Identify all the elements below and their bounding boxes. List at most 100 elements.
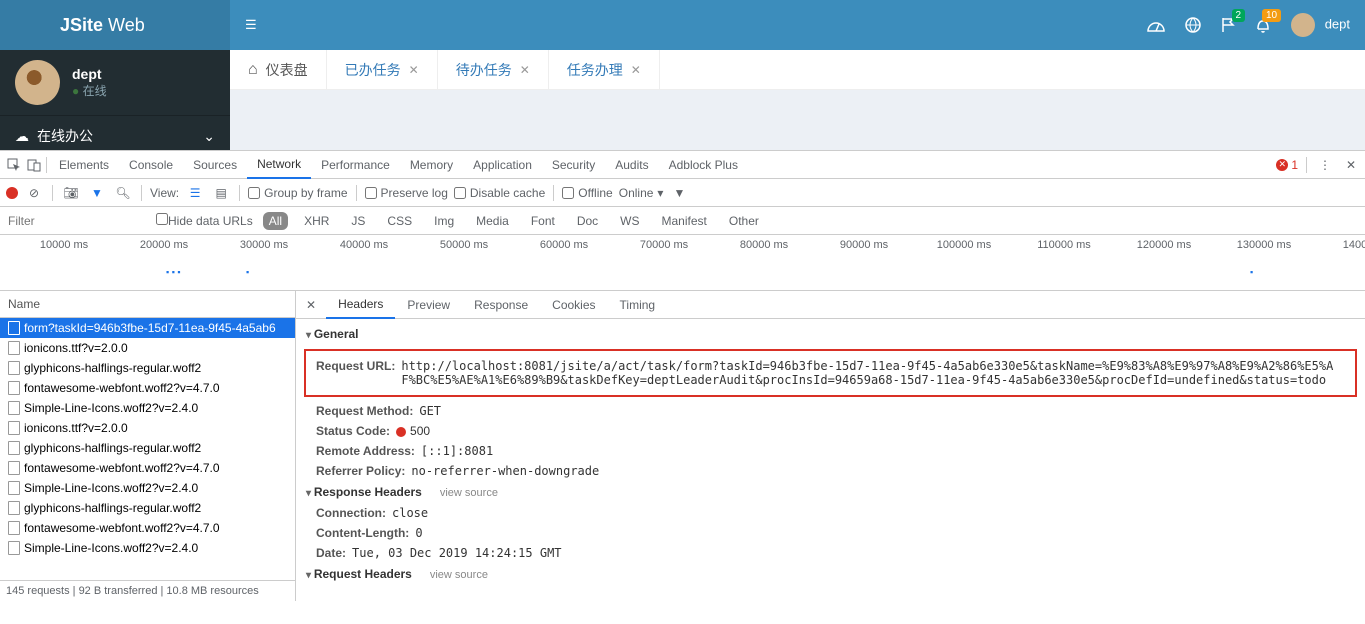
search-icon[interactable]: 🔍︎ [113,186,133,200]
request-row[interactable]: Simple-Line-Icons.woff2?v=2.4.0 [0,478,295,498]
view-source-link[interactable]: view source [430,569,488,581]
logo-bold: JSite [60,15,103,36]
detail-tab-headers[interactable]: Headers [326,291,395,319]
dt-tab-application[interactable]: Application [463,151,542,179]
cloud-icon: 在线办公 [15,126,93,146]
request-row[interactable]: Simple-Line-Icons.woff2?v=2.4.0 [0,398,295,418]
menu-toggle-icon[interactable]: ☰ [245,17,257,33]
record-icon[interactable] [6,187,18,199]
error-dot-icon: ✕ [1276,159,1288,171]
tab-done[interactable]: 已办任务✕ [327,50,438,89]
filter-type-css[interactable]: CSS [381,212,418,230]
filter-type-font[interactable]: Font [525,212,561,230]
user-status: ● 在线 [72,82,107,99]
dt-tab-adblock[interactable]: Adblock Plus [659,151,748,179]
filter-type-xhr[interactable]: XHR [298,212,335,230]
filter-icon[interactable]: ▼ [87,186,107,200]
timeline[interactable]: 10000 ms 20000 ms 30000 ms 40000 ms 5000… [0,235,1365,291]
file-icon [8,501,20,515]
dt-tab-audits[interactable]: Audits [605,151,658,179]
view-source-link[interactable]: view source [440,487,498,499]
section-request-headers[interactable]: Request Headersview source [296,563,1365,585]
more-icon[interactable]: ⋮ [1315,158,1335,172]
status-bar: 145 requests | 92 B transferred | 10.8 M… [0,580,295,601]
name-column-header[interactable]: Name [0,291,295,318]
section-response-headers[interactable]: Response Headersview source [296,481,1365,503]
filter-type-media[interactable]: Media [470,212,515,230]
close-detail-icon[interactable]: ✕ [296,298,326,312]
dt-tab-performance[interactable]: Performance [311,151,400,179]
divider [46,157,47,173]
error-indicator[interactable]: ✕1 [1276,158,1298,172]
offline-checkbox[interactable]: Offline [562,186,612,200]
inspect-icon[interactable] [4,158,24,172]
disable-cache-checkbox[interactable]: Disable cache [454,186,545,200]
header-actions: 2 10 dept [1147,13,1350,37]
filter-type-other[interactable]: Other [723,212,765,230]
dt-tab-console[interactable]: Console [119,151,183,179]
user-info: dept ● 在线 [72,66,107,99]
tab-todo[interactable]: 待办任务✕ [438,50,549,89]
filter-type-all[interactable]: All [263,212,288,230]
network-toolbar: ⊘ 📷︎ ▼ 🔍︎ View: ☰ ▤ Group by frame Prese… [0,179,1365,207]
dt-tab-elements[interactable]: Elements [49,151,119,179]
app-logo[interactable]: JSite Web [0,0,230,50]
request-row[interactable]: ionicons.ttf?v=2.0.0 [0,338,295,358]
request-row[interactable]: glyphicons-halflings-regular.woff2 [0,358,295,378]
request-row[interactable]: glyphicons-halflings-regular.woff2 [0,498,295,518]
camera-icon[interactable]: 📷︎ [61,186,81,200]
filter-input[interactable] [6,212,146,230]
clear-icon[interactable]: ⊘ [24,186,44,200]
user-name: dept [72,66,107,82]
dt-tab-network[interactable]: Network [247,151,311,179]
tab-dashboard[interactable]: 仪表盘 [230,50,327,89]
filter-row: Hide data URLs All XHR JS CSS Img Media … [0,207,1365,235]
detail-tab-preview[interactable]: Preview [395,291,462,319]
request-row[interactable]: glyphicons-halflings-regular.woff2 [0,438,295,458]
app-header: JSite Web ☰ 2 10 dept [0,0,1365,50]
tab-process[interactable]: 任务办理✕ [549,50,660,89]
request-url-highlight: Request URL:http://localhost:8081/jsite/… [304,349,1357,397]
detail-tab-response[interactable]: Response [462,291,540,319]
request-row[interactable]: fontawesome-webfont.woff2?v=4.7.0 [0,518,295,538]
filter-type-manifest[interactable]: Manifest [656,212,713,230]
dt-tab-memory[interactable]: Memory [400,151,463,179]
close-icon[interactable]: ✕ [631,63,641,77]
close-icon[interactable]: ✕ [520,63,530,77]
arrow-down-icon[interactable]: ▼ [669,186,689,200]
detail-tabs: ✕ Headers Preview Response Cookies Timin… [296,291,1365,319]
detail-tab-timing[interactable]: Timing [608,291,668,319]
devtools-right: ✕1 ⋮ ✕ [1276,157,1361,173]
filter-type-ws[interactable]: WS [614,212,645,230]
flag-icon[interactable]: 2 [1221,17,1235,33]
timeline-marker: ▪ [1250,267,1253,277]
detail-tab-cookies[interactable]: Cookies [540,291,607,319]
globe-icon[interactable] [1185,17,1201,33]
header-user-label: dept [1325,16,1350,31]
hide-data-urls-checkbox[interactable]: Hide data URLs [156,213,253,228]
status-dot-icon: ● [72,84,79,98]
group-by-frame-checkbox[interactable]: Group by frame [248,186,347,200]
large-view-icon[interactable]: ▤ [211,186,231,200]
request-row[interactable]: ionicons.ttf?v=2.0.0 [0,418,295,438]
preserve-log-checkbox[interactable]: Preserve log [365,186,448,200]
dt-tab-security[interactable]: Security [542,151,605,179]
flag-badge: 2 [1232,9,1246,22]
request-row[interactable]: fontawesome-webfont.woff2?v=4.7.0 [0,378,295,398]
throttle-select[interactable]: Online [619,186,664,200]
header-user[interactable]: dept [1291,13,1350,37]
request-row[interactable]: fontawesome-webfont.woff2?v=4.7.0 [0,458,295,478]
filter-type-doc[interactable]: Doc [571,212,604,230]
filter-type-img[interactable]: Img [428,212,460,230]
section-general[interactable]: General [296,323,1365,345]
request-row[interactable]: Simple-Line-Icons.woff2?v=2.4.0 [0,538,295,558]
close-icon[interactable]: ✕ [1341,158,1361,172]
device-icon[interactable] [24,158,44,172]
list-view-icon[interactable]: ☰ [185,186,205,200]
request-row[interactable]: form?taskId=946b3fbe-15d7-11ea-9f45-4a5a… [0,318,295,338]
filter-type-js[interactable]: JS [345,212,371,230]
dashboard-icon[interactable] [1147,18,1165,32]
close-icon[interactable]: ✕ [409,63,419,77]
bell-icon[interactable]: 10 [1255,17,1271,33]
dt-tab-sources[interactable]: Sources [183,151,247,179]
